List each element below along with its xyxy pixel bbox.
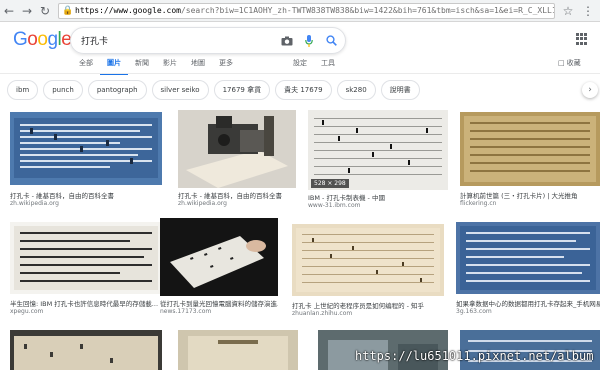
result-thumbnail[interactable] xyxy=(178,330,298,370)
result-source: news.17173.com xyxy=(160,308,212,315)
result-source: www-31.ibm.com xyxy=(308,202,361,209)
saved-link[interactable]: □ 收藏 xyxy=(558,58,581,68)
reload-icon[interactable]: ↻ xyxy=(36,2,54,20)
image-result[interactable]: 半生回憶: IBM 打孔卡也許信息時代最早的存儲載... xpegu.com xyxy=(10,222,162,318)
related-chips: ibm punch pantograph silver seiko 17679 … xyxy=(7,80,420,100)
result-caption[interactable]: 打孔卡 - 維基百科，自由的百科全書 xyxy=(178,190,296,200)
result-thumbnail[interactable] xyxy=(460,112,600,186)
result-source: zhuanlan.zhihu.com xyxy=(292,310,353,317)
image-result[interactable]: 從打孔卡到量光回憶電腦資料的儲存演進... news.17173.com xyxy=(160,218,278,318)
logo-letter: o xyxy=(37,29,48,50)
google-logo[interactable]: Google xyxy=(13,29,72,51)
header-divider xyxy=(0,73,600,74)
chip-silver-seiko[interactable]: silver seiko xyxy=(151,80,209,100)
result-thumbnail[interactable] xyxy=(10,222,162,294)
apps-grid-icon[interactable] xyxy=(576,33,588,45)
result-caption[interactable]: 計算机前世篇 (三・打孔卡片) | 大光推角 xyxy=(460,190,600,200)
tool-links: 設定 工具 xyxy=(293,58,335,68)
menu-icon[interactable]: ⋮ xyxy=(579,2,597,20)
result-caption[interactable]: 如果拿数据中心的数据都用打孔卡存起来_手机网易网 xyxy=(456,298,600,308)
chip-pantograph[interactable]: pantograph xyxy=(87,80,147,100)
search-icon[interactable] xyxy=(323,33,339,49)
chips-next-icon[interactable]: › xyxy=(582,82,598,98)
result-caption[interactable]: 半生回憶: IBM 打孔卡也許信息時代最早的存儲載... xyxy=(10,298,162,308)
chip-17679-b[interactable]: 貴夫 17679 xyxy=(275,80,332,100)
chip-manual[interactable]: 說明書 xyxy=(380,80,420,100)
image-dimensions: 528 × 298 xyxy=(311,179,349,188)
google-header: Google 全部 圖片 新聞 影片 地圖 更多 設定 工具 □ 收藏 xyxy=(0,22,600,75)
image-result[interactable]: 計算机前世篇 (三・打孔卡片) | 大光推角 flickering.cn xyxy=(460,112,600,210)
microphone-icon[interactable] xyxy=(301,33,317,49)
result-source: 3g.163.com xyxy=(456,308,492,315)
image-result[interactable]: 528 × 298 IBM - 打孔卡制表機 - 中國 www-31.ibm.c… xyxy=(308,110,448,210)
search-input[interactable] xyxy=(81,35,279,46)
result-caption[interactable]: IBM - 打孔卡制表機 - 中國 xyxy=(308,192,448,202)
image-result[interactable]: 打孔卡 - 維基百科，自由的百科全書 zh.wikipedia.org xyxy=(178,110,296,210)
browser-toolbar: ← → ↻ 🔒 https://www.google.com/search?bi… xyxy=(0,0,600,22)
result-source: zh.wikipedia.org xyxy=(10,200,59,207)
chip-sk280[interactable]: sk280 xyxy=(336,80,376,100)
chip-punch[interactable]: punch xyxy=(43,80,83,100)
result-caption[interactable]: 從打孔卡到量光回憶電腦資料的儲存演進... xyxy=(160,298,278,308)
result-thumbnail[interactable] xyxy=(160,218,278,296)
url-text: https://www.google.com/search?biw=1C1AOH… xyxy=(75,5,554,16)
result-thumbnail[interactable] xyxy=(10,112,162,185)
bookmark-icon: □ xyxy=(558,59,565,67)
result-source: zh.wikipedia.org xyxy=(178,200,227,207)
watermark: https://lu651011.pixnet.net/album xyxy=(355,349,594,363)
logo-letter: g xyxy=(47,29,58,50)
image-result[interactable]: 打孔卡 上世紀的老程序员是如何编程的 - 知乎 zhuanlan.zhihu.c… xyxy=(292,224,444,318)
result-thumbnail[interactable] xyxy=(456,222,600,294)
result-thumbnail[interactable]: 528 × 298 xyxy=(308,110,448,190)
result-thumbnail[interactable] xyxy=(178,110,296,188)
back-icon[interactable]: ← xyxy=(0,2,18,20)
search-box xyxy=(70,27,346,54)
url-host: https://www.google.com xyxy=(75,6,181,15)
star-icon[interactable]: ☆ xyxy=(559,2,577,20)
image-result[interactable]: 打孔卡 - 維基百科，自由的百科全書 zh.wikipedia.org xyxy=(10,112,162,210)
image-result[interactable] xyxy=(10,330,162,370)
camera-icon[interactable] xyxy=(279,33,295,49)
address-bar[interactable]: 🔒 https://www.google.com/search?biw=1C1A… xyxy=(58,2,555,19)
result-source: flickering.cn xyxy=(460,200,497,207)
settings-link[interactable]: 設定 xyxy=(293,58,307,68)
url-path: /search?biw=1C1AOHY_zh-TWTW838TW838&biw=… xyxy=(180,6,554,15)
logo-letter: G xyxy=(13,29,28,50)
chip-ibm[interactable]: ibm xyxy=(7,80,39,100)
result-caption[interactable]: 打孔卡 上世紀的老程序员是如何编程的 - 知乎 xyxy=(292,300,444,310)
lock-icon: 🔒 xyxy=(62,5,74,16)
result-thumbnail[interactable] xyxy=(10,330,162,370)
image-result[interactable] xyxy=(178,330,298,370)
result-caption[interactable]: 打孔卡 - 維基百科，自由的百科全書 xyxy=(10,190,162,200)
saved-label: 收藏 xyxy=(566,59,581,67)
chip-17679-a[interactable]: 17679 拿貨 xyxy=(213,80,271,100)
tools-link[interactable]: 工具 xyxy=(321,58,335,68)
forward-icon[interactable]: → xyxy=(18,2,36,20)
result-source: xpegu.com xyxy=(10,308,44,315)
image-result[interactable]: 如果拿数据中心的数据都用打孔卡存起来_手机网易网 3g.163.com xyxy=(456,222,600,318)
logo-letter: o xyxy=(27,29,38,50)
result-thumbnail[interactable] xyxy=(292,224,444,296)
